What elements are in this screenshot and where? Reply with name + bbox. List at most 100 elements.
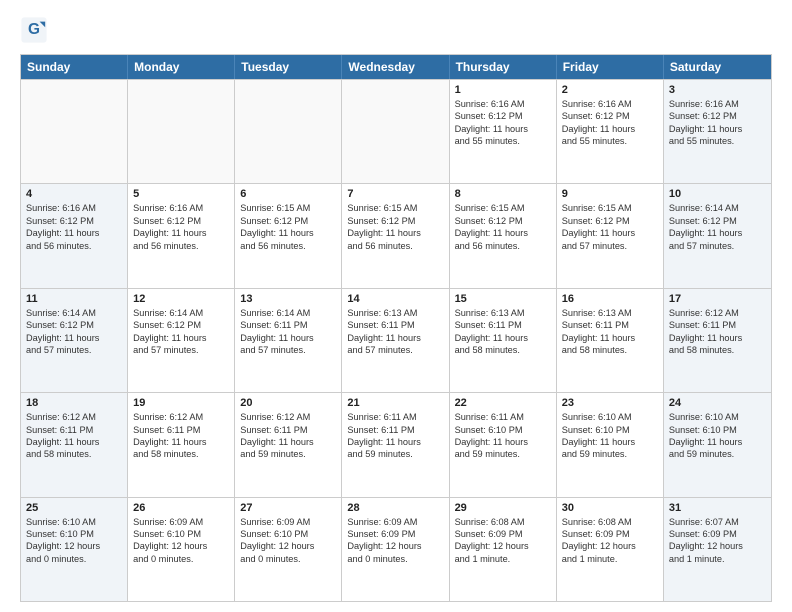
cell-info-line: and 56 minutes.	[133, 240, 229, 252]
cell-info-line: Daylight: 11 hours	[562, 227, 658, 239]
cell-info-line: and 57 minutes.	[347, 344, 443, 356]
cell-info-line: Sunrise: 6:16 AM	[669, 98, 766, 110]
calendar-cell: 14Sunrise: 6:13 AMSunset: 6:11 PMDayligh…	[342, 289, 449, 392]
cell-info-line: Sunrise: 6:12 AM	[26, 411, 122, 423]
logo-icon: G	[20, 16, 48, 44]
calendar-cell: 1Sunrise: 6:16 AMSunset: 6:12 PMDaylight…	[450, 80, 557, 183]
cell-info-line: Sunrise: 6:13 AM	[455, 307, 551, 319]
weekday-header: Saturday	[664, 55, 771, 79]
calendar-cell: 23Sunrise: 6:10 AMSunset: 6:10 PMDayligh…	[557, 393, 664, 496]
calendar-cell: 13Sunrise: 6:14 AMSunset: 6:11 PMDayligh…	[235, 289, 342, 392]
cell-info-line: Sunset: 6:11 PM	[133, 424, 229, 436]
cell-info-line: and 55 minutes.	[669, 135, 766, 147]
cell-info-line: and 57 minutes.	[133, 344, 229, 356]
cell-info-line: Daylight: 11 hours	[562, 332, 658, 344]
cell-info-line: Sunset: 6:12 PM	[240, 215, 336, 227]
cell-info-line: Daylight: 12 hours	[455, 540, 551, 552]
calendar-cell: 18Sunrise: 6:12 AMSunset: 6:11 PMDayligh…	[21, 393, 128, 496]
calendar-cell: 31Sunrise: 6:07 AMSunset: 6:09 PMDayligh…	[664, 498, 771, 601]
calendar-header: SundayMondayTuesdayWednesdayThursdayFrid…	[21, 55, 771, 79]
day-number: 5	[133, 188, 229, 200]
cell-info-line: Sunset: 6:12 PM	[669, 215, 766, 227]
cell-info-line: Sunrise: 6:16 AM	[455, 98, 551, 110]
day-number: 4	[26, 188, 122, 200]
cell-info-line: Sunrise: 6:10 AM	[669, 411, 766, 423]
cell-info-line: Daylight: 11 hours	[669, 123, 766, 135]
weekday-header: Sunday	[21, 55, 128, 79]
cell-info-line: and 58 minutes.	[133, 448, 229, 460]
weekday-header: Friday	[557, 55, 664, 79]
cell-info-line: Daylight: 11 hours	[133, 227, 229, 239]
calendar-cell: 29Sunrise: 6:08 AMSunset: 6:09 PMDayligh…	[450, 498, 557, 601]
cell-info-line: Sunset: 6:12 PM	[347, 215, 443, 227]
calendar-cell: 19Sunrise: 6:12 AMSunset: 6:11 PMDayligh…	[128, 393, 235, 496]
cell-info-line: and 1 minute.	[455, 553, 551, 565]
cell-info-line: and 55 minutes.	[562, 135, 658, 147]
cell-info-line: Sunrise: 6:15 AM	[562, 202, 658, 214]
cell-info-line: Daylight: 11 hours	[455, 227, 551, 239]
cell-info-line: and 58 minutes.	[26, 448, 122, 460]
calendar-cell: 2Sunrise: 6:16 AMSunset: 6:12 PMDaylight…	[557, 80, 664, 183]
cell-info-line: Sunset: 6:11 PM	[240, 319, 336, 331]
cell-info-line: Daylight: 11 hours	[26, 332, 122, 344]
cell-info-line: and 56 minutes.	[347, 240, 443, 252]
calendar-week: 11Sunrise: 6:14 AMSunset: 6:12 PMDayligh…	[21, 288, 771, 392]
day-number: 25	[26, 502, 122, 514]
day-number: 9	[562, 188, 658, 200]
cell-info-line: Sunset: 6:09 PM	[455, 528, 551, 540]
day-number: 3	[669, 84, 766, 96]
cell-info-line: Daylight: 11 hours	[26, 227, 122, 239]
cell-info-line: Daylight: 11 hours	[455, 332, 551, 344]
cell-info-line: Daylight: 11 hours	[455, 123, 551, 135]
cell-info-line: Sunset: 6:12 PM	[133, 319, 229, 331]
cell-info-line: Sunset: 6:09 PM	[669, 528, 766, 540]
day-number: 24	[669, 397, 766, 409]
calendar-cell: 21Sunrise: 6:11 AMSunset: 6:11 PMDayligh…	[342, 393, 449, 496]
day-number: 23	[562, 397, 658, 409]
day-number: 2	[562, 84, 658, 96]
cell-info-line: Sunset: 6:12 PM	[455, 215, 551, 227]
cell-info-line: Daylight: 12 hours	[562, 540, 658, 552]
cell-info-line: and 59 minutes.	[347, 448, 443, 460]
cell-info-line: Sunset: 6:11 PM	[240, 424, 336, 436]
day-number: 14	[347, 293, 443, 305]
calendar-cell: 16Sunrise: 6:13 AMSunset: 6:11 PMDayligh…	[557, 289, 664, 392]
day-number: 18	[26, 397, 122, 409]
cell-info-line: and 56 minutes.	[26, 240, 122, 252]
cell-info-line: Sunset: 6:12 PM	[669, 110, 766, 122]
calendar-cell: 24Sunrise: 6:10 AMSunset: 6:10 PMDayligh…	[664, 393, 771, 496]
cell-info-line: Sunrise: 6:13 AM	[347, 307, 443, 319]
cell-info-line: and 59 minutes.	[562, 448, 658, 460]
calendar-week: 25Sunrise: 6:10 AMSunset: 6:10 PMDayligh…	[21, 497, 771, 601]
cell-info-line: Sunrise: 6:09 AM	[240, 516, 336, 528]
cell-info-line: Daylight: 12 hours	[669, 540, 766, 552]
cell-info-line: and 58 minutes.	[455, 344, 551, 356]
calendar-cell: 25Sunrise: 6:10 AMSunset: 6:10 PMDayligh…	[21, 498, 128, 601]
cell-info-line: Sunrise: 6:12 AM	[133, 411, 229, 423]
calendar-cell: 6Sunrise: 6:15 AMSunset: 6:12 PMDaylight…	[235, 184, 342, 287]
weekday-header: Tuesday	[235, 55, 342, 79]
cell-info-line: and 59 minutes.	[240, 448, 336, 460]
cell-info-line: Sunrise: 6:16 AM	[133, 202, 229, 214]
cell-info-line: Daylight: 11 hours	[347, 227, 443, 239]
cell-info-line: Daylight: 11 hours	[669, 227, 766, 239]
cell-info-line: Sunset: 6:09 PM	[562, 528, 658, 540]
page: G SundayMondayTuesdayWednesdayThursdayFr…	[0, 0, 792, 612]
day-number: 21	[347, 397, 443, 409]
cell-info-line: and 59 minutes.	[669, 448, 766, 460]
calendar-cell	[342, 80, 449, 183]
calendar-cell: 10Sunrise: 6:14 AMSunset: 6:12 PMDayligh…	[664, 184, 771, 287]
cell-info-line: Daylight: 11 hours	[669, 436, 766, 448]
calendar-cell	[128, 80, 235, 183]
cell-info-line: Sunrise: 6:10 AM	[26, 516, 122, 528]
calendar: SundayMondayTuesdayWednesdayThursdayFrid…	[20, 54, 772, 602]
cell-info-line: Daylight: 11 hours	[26, 436, 122, 448]
day-number: 19	[133, 397, 229, 409]
calendar-cell: 20Sunrise: 6:12 AMSunset: 6:11 PMDayligh…	[235, 393, 342, 496]
cell-info-line: Sunset: 6:12 PM	[562, 215, 658, 227]
cell-info-line: and 1 minute.	[669, 553, 766, 565]
cell-info-line: Daylight: 12 hours	[133, 540, 229, 552]
cell-info-line: Sunset: 6:12 PM	[26, 215, 122, 227]
cell-info-line: Daylight: 11 hours	[455, 436, 551, 448]
cell-info-line: Sunrise: 6:07 AM	[669, 516, 766, 528]
